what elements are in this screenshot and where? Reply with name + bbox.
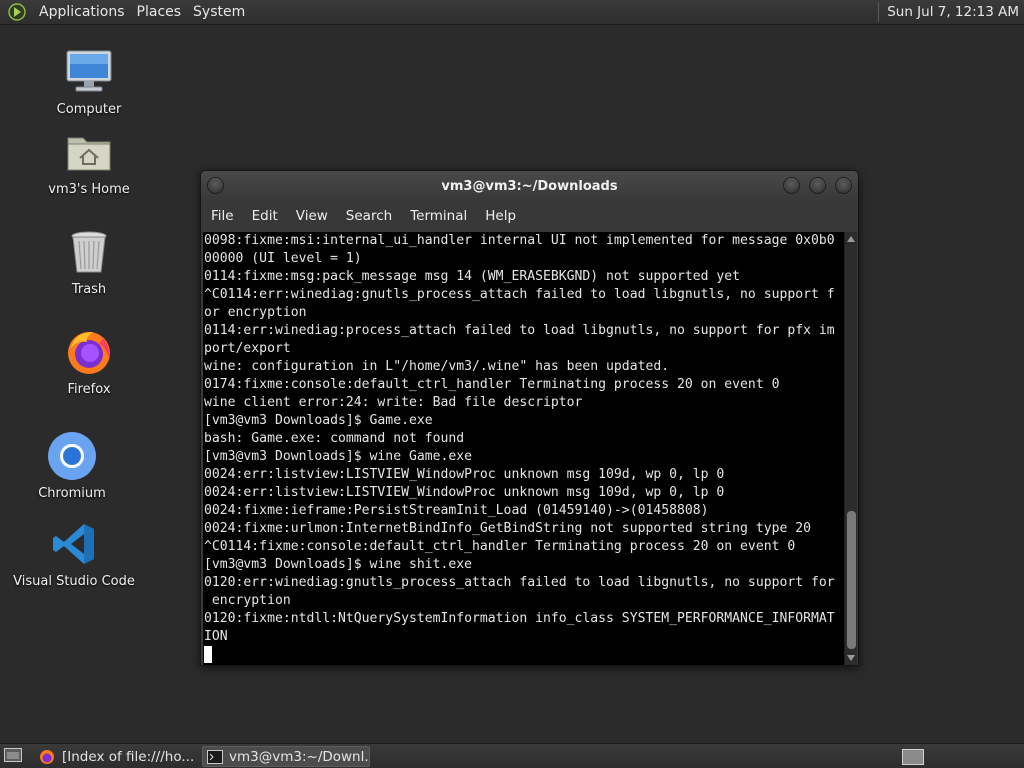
maximize-button[interactable]	[809, 177, 826, 194]
bottom-panel: [Index of file:///ho... vm3@vm3:~/Downl.…	[0, 743, 1024, 768]
scroll-down-icon[interactable]	[845, 652, 857, 664]
terminal-window[interactable]: vm3@vm3:~/Downloads File Edit View Searc…	[200, 170, 859, 666]
firefox-icon	[38, 749, 56, 765]
window-title: vm3@vm3:~/Downloads	[441, 178, 618, 194]
desktop-icon-computer[interactable]: Computer	[29, 46, 149, 117]
terminal-line: 00000 (UI level = 1)	[204, 251, 362, 266]
terminal-line: [vm3@vm3 Downloads]$ wine shit.exe	[204, 557, 473, 572]
terminal-line: 0024:err:listview:LISTVIEW_WindowProc un…	[204, 485, 725, 500]
task-firefox[interactable]: [Index of file:///ho...	[34, 746, 196, 767]
vscode-icon	[48, 518, 100, 570]
menu-view[interactable]: View	[289, 208, 335, 224]
top-panel: Applications Places System Sun Jul 7, 12…	[0, 0, 1024, 25]
terminal-line: 0174:fixme:console:default_ctrl_handler …	[204, 377, 780, 392]
terminal-line: [vm3@vm3 Downloads]$ Game.exe	[204, 413, 433, 428]
terminal-line: wine: configuration in L"/home/vm3/.wine…	[204, 359, 670, 374]
terminal-line: port/export	[204, 341, 291, 356]
menu-terminal[interactable]: Terminal	[403, 208, 474, 224]
task-label: [Index of file:///ho...	[62, 748, 195, 765]
desktop-icon-label: Trash	[71, 282, 107, 297]
text-cursor	[204, 646, 212, 663]
chromium-icon	[46, 430, 98, 482]
terminal-line: ^C0114:err:winediag:gnutls_process_attac…	[204, 287, 835, 302]
computer-icon	[63, 46, 115, 98]
desktop-icon-label: Chromium	[38, 486, 106, 501]
desktop-icon-chromium[interactable]: Chromium	[12, 430, 132, 501]
window-menu-button[interactable]	[207, 177, 224, 194]
terminal-prompt-line[interactable]	[204, 646, 845, 664]
terminal-line: 0114:fixme:msg:pack_message msg 14 (WM_E…	[204, 269, 741, 284]
terminal-line: wine client error:24: write: Bad file de…	[204, 395, 583, 410]
scroll-up-icon[interactable]	[845, 233, 857, 245]
workspace-switcher[interactable]	[898, 746, 924, 767]
terminal-line: 0024:err:listview:LISTVIEW_WindowProc un…	[204, 467, 725, 482]
desktop-icon-label: Firefox	[67, 382, 111, 397]
desktop-icon-label: Visual Studio Code	[13, 574, 135, 589]
menu-system[interactable]: System	[187, 4, 251, 20]
task-terminal[interactable]: vm3@vm3:~/Downl...	[202, 746, 370, 767]
terminal-line: bash: Game.exe: command not found	[204, 431, 465, 446]
terminal-line: [vm3@vm3 Downloads]$ wine Game.exe	[204, 449, 473, 464]
close-button[interactable]	[835, 177, 852, 194]
show-desktop-button[interactable]	[2, 746, 24, 767]
show-desktop-icon	[4, 747, 22, 766]
clock[interactable]: Sun Jul 7, 12:13 AM	[887, 4, 1019, 20]
window-titlebar[interactable]: vm3@vm3:~/Downloads	[201, 171, 858, 201]
menu-help[interactable]: Help	[478, 208, 523, 224]
terminal-line: 0120:fixme:ntdll:NtQuerySystemInformatio…	[204, 611, 835, 626]
desktop-icon-firefox[interactable]: Firefox	[29, 326, 149, 397]
terminal-output[interactable]: 0098:fixme:msi:internal_ui_handler inter…	[203, 232, 845, 665]
desktop-icon-trash[interactable]: Trash	[29, 226, 149, 297]
desktop-icon-vscode[interactable]: Visual Studio Code	[13, 518, 135, 589]
terminal-icon	[207, 749, 223, 765]
distro-logo-icon[interactable]	[7, 2, 27, 22]
firefox-icon	[63, 326, 115, 378]
terminal-line: ION	[204, 629, 228, 644]
menu-edit[interactable]: Edit	[245, 208, 285, 224]
terminal-line: ^C0114:fixme:console:default_ctrl_handle…	[204, 539, 796, 554]
scrollbar-thumb[interactable]	[847, 511, 856, 649]
desktop-icon-home[interactable]: vm3's Home	[29, 126, 149, 197]
minimize-button[interactable]	[783, 177, 800, 194]
terminal-line: encryption	[204, 593, 291, 608]
home-folder-icon	[63, 126, 115, 178]
terminal-menubar: File Edit View Search Terminal Help	[201, 201, 858, 231]
menu-file[interactable]: File	[204, 208, 241, 224]
terminal-line: 0120:err:winediag:gnutls_process_attach …	[204, 575, 835, 590]
terminal-line: 0098:fixme:msi:internal_ui_handler inter…	[204, 233, 835, 248]
task-label: vm3@vm3:~/Downl...	[229, 748, 370, 765]
terminal-line: 0024:fixme:ieframe:PersistStreamInit_Loa…	[204, 503, 709, 518]
terminal-line: 0024:fixme:urlmon:InternetBindInfo_GetBi…	[204, 521, 811, 536]
menu-places[interactable]: Places	[131, 4, 188, 20]
menu-search[interactable]: Search	[339, 208, 399, 224]
desktop-icon-label: Computer	[56, 102, 122, 117]
menu-applications[interactable]: Applications	[33, 4, 131, 20]
terminal-line: 0114:err:winediag:process_attach failed …	[204, 323, 835, 338]
trash-icon	[63, 226, 115, 278]
terminal-scrollbar[interactable]	[844, 232, 857, 665]
panel-separator	[878, 2, 880, 22]
terminal-line: or encryption	[204, 305, 307, 320]
desktop-icon-label: vm3's Home	[48, 182, 130, 197]
